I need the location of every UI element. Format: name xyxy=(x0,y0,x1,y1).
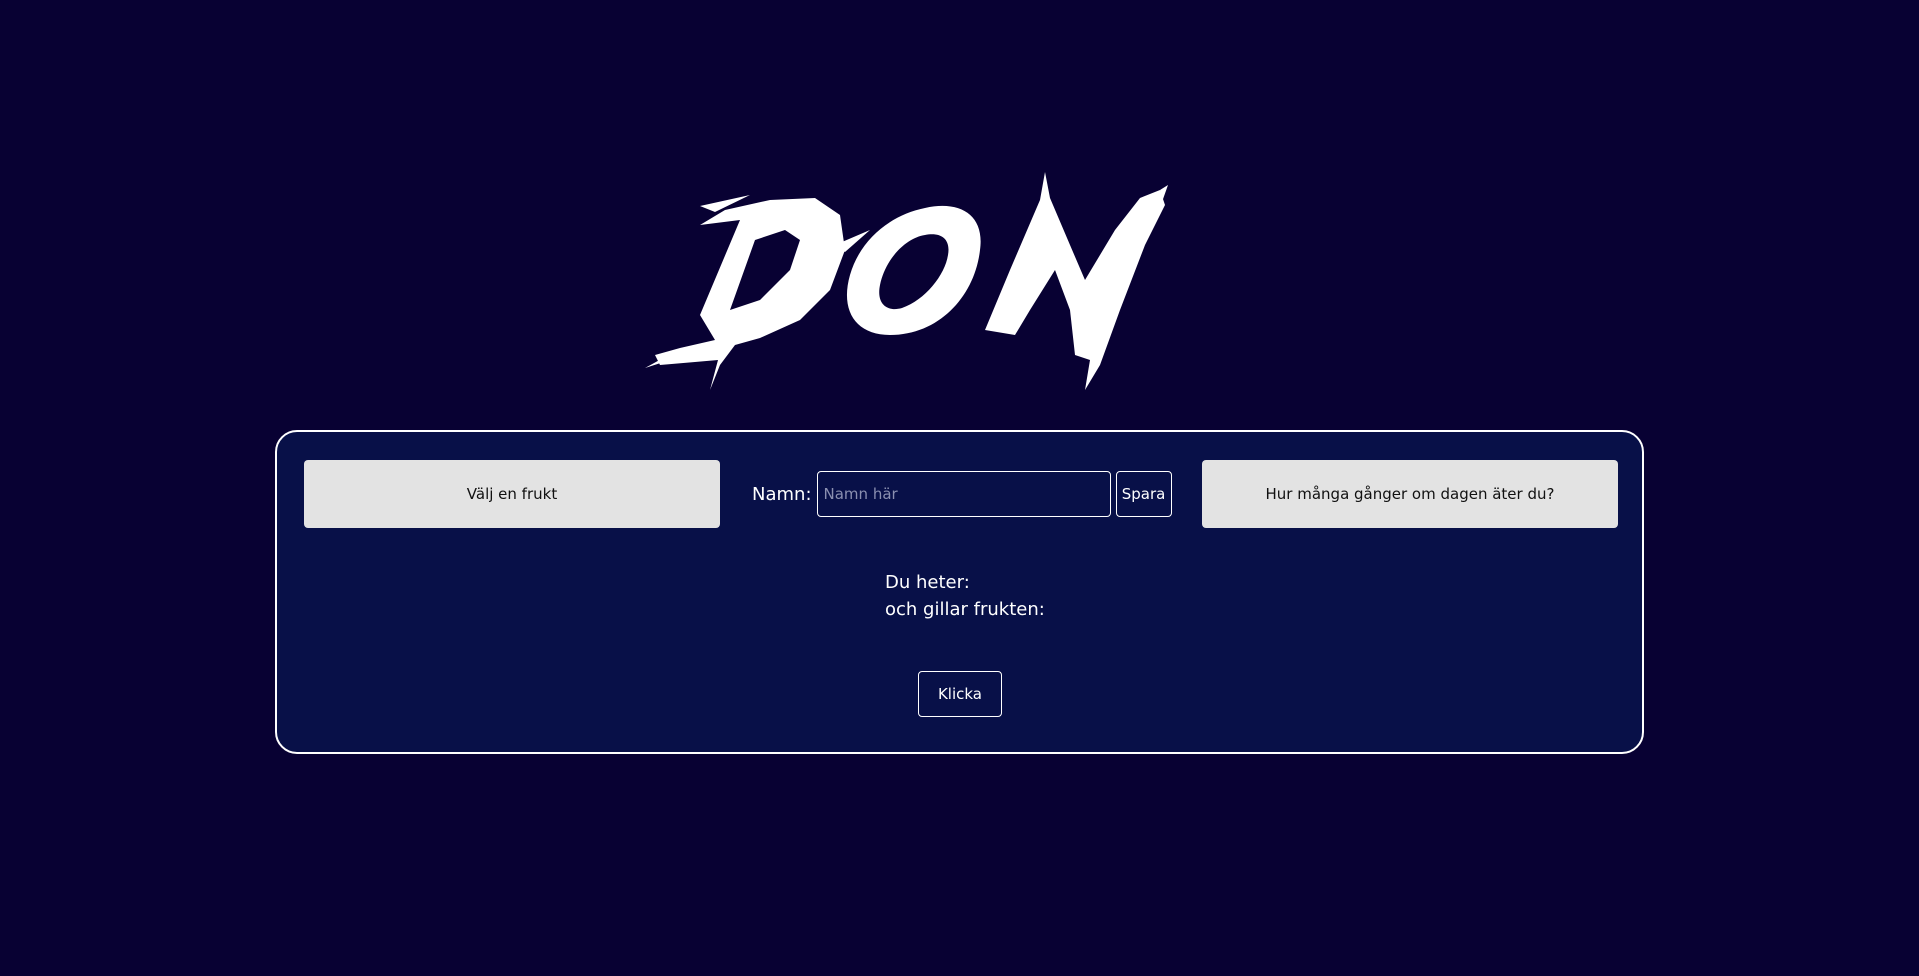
dom-logo xyxy=(640,160,1210,400)
save-button[interactable]: Spara xyxy=(1115,471,1172,517)
click-button[interactable]: Klicka xyxy=(918,671,1002,717)
name-label: Namn: xyxy=(752,483,812,505)
result-name-line: Du heter: xyxy=(885,572,970,593)
name-form: Namn: Spara xyxy=(752,471,1172,517)
result-fruit-line: och gillar frukten: xyxy=(885,599,1045,620)
choose-fruit-button[interactable]: Välj en frukt xyxy=(304,460,720,528)
main-panel: Välj en frukt Namn: Spara Hur många gång… xyxy=(275,430,1644,754)
meals-per-day-button[interactable]: Hur många gånger om dagen äter du? xyxy=(1202,460,1618,528)
result-text: Du heter: och gillar frukten: xyxy=(885,569,1045,623)
name-input[interactable] xyxy=(816,471,1111,517)
dom-logo-image xyxy=(645,172,1168,390)
